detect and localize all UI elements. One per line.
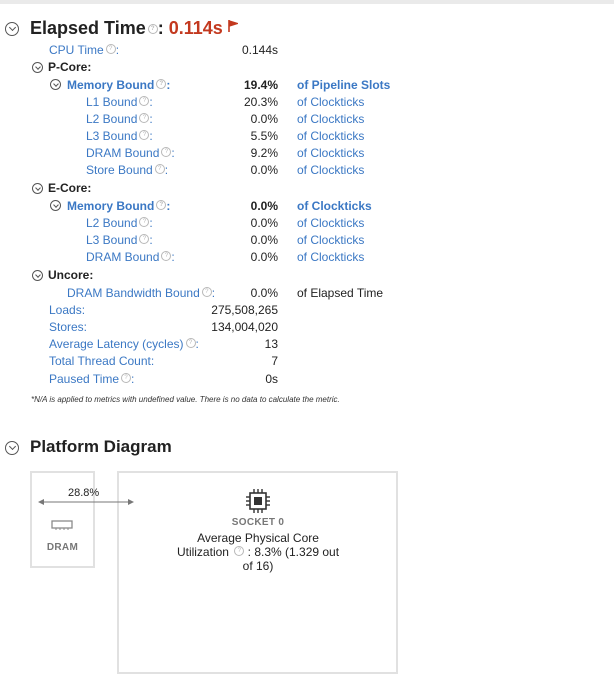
uncore-label: Uncore: xyxy=(48,268,94,282)
ecore-l3-bound-value: 0.0% xyxy=(250,233,278,247)
cpu-time-label: CPU Time?: xyxy=(49,43,120,57)
ecore-memory-bound-label[interactable]: Memory Bound?: xyxy=(67,199,170,213)
pcore-l1-bound-label[interactable]: L1 Bound?: xyxy=(86,95,153,109)
ecore-l2-bound-value: 0.0% xyxy=(250,216,278,230)
pcore-l3-bound-unit: of Clockticks xyxy=(297,129,365,143)
ecore-label: E-Core: xyxy=(48,181,92,195)
loads-label: Loads: xyxy=(49,303,86,317)
pcore-l2-bound-label[interactable]: L2 Bound?: xyxy=(86,112,153,126)
elapsed-time-heading: Elapsed Time?: 0.114s xyxy=(30,18,240,39)
help-icon[interactable]: ? xyxy=(156,79,167,89)
pcore-l2-bound-value: 0.0% xyxy=(250,112,278,126)
pcore-l1-bound-unit: of Clockticks xyxy=(297,95,365,109)
help-icon[interactable]: ? xyxy=(139,234,150,244)
help-icon[interactable]: ? xyxy=(105,44,116,54)
pcore-dram-bound-label[interactable]: DRAM Bound?: xyxy=(86,146,175,160)
collapse-uncore-icon[interactable] xyxy=(32,270,43,281)
pcore-l1-bound-value: 20.3% xyxy=(243,95,278,109)
help-icon[interactable]: ? xyxy=(139,217,150,227)
ecore-l2-bound-unit: of Clockticks xyxy=(297,216,365,230)
help-icon[interactable]: ? xyxy=(139,130,150,140)
loads-value: 275,508,265 xyxy=(211,303,278,317)
platform-diagram-title: Platform Diagram xyxy=(30,437,172,456)
cpu-chip-icon xyxy=(246,489,270,513)
average-latency-label[interactable]: Average Latency (cycles)?: xyxy=(49,337,199,351)
flag-icon xyxy=(228,20,240,32)
collapse-pcore-memory-icon[interactable] xyxy=(50,79,61,90)
pcore-dram-bound-unit: of Clockticks xyxy=(297,146,365,160)
collapse-ecore-memory-icon[interactable] xyxy=(50,200,61,211)
cpu-time-value: 0.144s xyxy=(241,43,278,57)
pcore-store-bound-value: 0.0% xyxy=(250,163,278,177)
pcore-memory-bound-value: 19.4% xyxy=(243,78,278,92)
pcore-l2-bound-unit: of Clockticks xyxy=(297,112,365,126)
thread-count-value: 7 xyxy=(271,354,278,368)
pcore-memory-bound-unit: of Pipeline Slots xyxy=(297,78,391,92)
ecore-memory-bound-value: 0.0% xyxy=(250,199,278,213)
link-arrow xyxy=(38,499,134,505)
paused-time-value: 0s xyxy=(265,372,278,386)
pcore-label: P-Core: xyxy=(48,60,92,74)
ecore-dram-bound-value: 0.0% xyxy=(250,250,278,264)
socket-label: SOCKET 0 xyxy=(231,517,285,528)
na-note: *N/A is applied to metrics with undefine… xyxy=(31,395,340,404)
pcore-store-bound-unit: of Clockticks xyxy=(297,163,365,177)
utilization-line-3: of 16) xyxy=(242,559,274,573)
utilization-line-1: Average Physical Core xyxy=(197,531,319,545)
pcore-store-bound-label[interactable]: Store Bound?: xyxy=(86,163,168,177)
top-bar xyxy=(0,0,614,4)
help-icon[interactable]: ? xyxy=(161,251,172,261)
pcore-l3-bound-label[interactable]: L3 Bound?: xyxy=(86,129,153,143)
help-icon[interactable]: ? xyxy=(154,164,165,174)
utilization-line-2: Utilization ? : 8.3% (1.329 out xyxy=(176,545,340,559)
pcore-l3-bound-value: 5.5% xyxy=(250,129,278,143)
help-icon[interactable]: ? xyxy=(156,200,167,210)
dram-bandwidth-bound-unit: of Elapsed Time xyxy=(297,286,384,300)
ecore-memory-bound-unit: of Clockticks xyxy=(297,199,372,213)
pcore-dram-bound-value: 9.2% xyxy=(250,146,278,160)
collapse-elapsed-icon[interactable] xyxy=(5,22,19,36)
help-icon[interactable]: ? xyxy=(139,113,150,123)
help-icon[interactable]: ? xyxy=(147,24,158,34)
help-icon[interactable]: ? xyxy=(161,147,172,157)
dram-label: DRAM xyxy=(46,542,79,553)
ecore-dram-bound-label[interactable]: DRAM Bound?: xyxy=(86,250,175,264)
dram-bandwidth-bound-value: 0.0% xyxy=(250,286,278,300)
help-icon[interactable]: ? xyxy=(121,373,132,383)
help-icon[interactable]: ? xyxy=(234,546,245,556)
collapse-platform-icon[interactable] xyxy=(5,441,19,455)
ecore-l3-bound-unit: of Clockticks xyxy=(297,233,365,247)
collapse-pcore-icon[interactable] xyxy=(32,62,43,73)
elapsed-time-title: Elapsed Time xyxy=(30,18,146,38)
stores-label: Stores: xyxy=(49,320,88,334)
elapsed-time-value: 0.114s xyxy=(168,18,223,38)
paused-time-label[interactable]: Paused Time?: xyxy=(49,372,134,386)
help-icon[interactable]: ? xyxy=(139,96,150,106)
average-latency-value: 13 xyxy=(264,337,278,351)
dram-icon xyxy=(51,520,73,530)
pcore-memory-bound-label[interactable]: Memory Bound?: xyxy=(67,78,170,92)
ecore-dram-bound-unit: of Clockticks xyxy=(297,250,365,264)
ecore-l3-bound-label[interactable]: L3 Bound?: xyxy=(86,233,153,247)
ecore-l2-bound-label[interactable]: L2 Bound?: xyxy=(86,216,153,230)
elapsed-colon: : xyxy=(157,18,164,38)
stores-value: 134,004,020 xyxy=(211,320,278,334)
thread-count-label: Total Thread Count: xyxy=(49,354,155,368)
collapse-ecore-icon[interactable] xyxy=(32,183,43,194)
dram-bandwidth-bound-label[interactable]: DRAM Bandwidth Bound?: xyxy=(67,286,215,300)
